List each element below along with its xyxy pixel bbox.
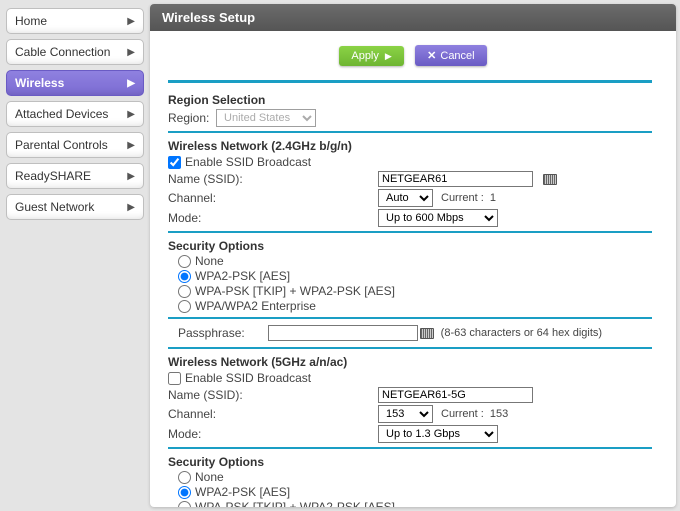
nav-label: ReadySHARE bbox=[15, 169, 91, 183]
region-label: Region: bbox=[168, 111, 209, 125]
cancel-label: Cancel bbox=[440, 50, 474, 62]
region-section-title: Region Selection bbox=[168, 93, 652, 107]
nav-guest-network[interactable]: Guest Network ▶ bbox=[6, 194, 144, 220]
mode-24-select[interactable]: Up to 600 Mbps bbox=[378, 209, 498, 227]
sidebar: Home ▶ Cable Connection ▶ Wireless ▶ Attach… bbox=[0, 0, 150, 511]
nav-label: Attached Devices bbox=[15, 107, 108, 121]
keyboard-icon[interactable] bbox=[420, 328, 434, 339]
sec5-section-title: Security Options bbox=[168, 455, 652, 469]
close-icon: ✕ bbox=[427, 49, 436, 62]
main: Wireless Setup Apply ▶ ✕ Cancel Region Sel… bbox=[150, 0, 680, 511]
net24-section-title: Wireless Network (2.4GHz b/g/n) bbox=[168, 139, 652, 153]
chevron-right-icon: ▶ bbox=[127, 140, 135, 151]
current-5-label: Current : bbox=[441, 408, 484, 420]
chevron-right-icon: ▶ bbox=[127, 16, 135, 27]
button-bar: Apply ▶ ✕ Cancel bbox=[150, 31, 676, 76]
channel-5-select[interactable]: 153 bbox=[378, 405, 433, 423]
chevron-right-icon: ▶ bbox=[127, 47, 135, 58]
nav-label: Parental Controls bbox=[15, 138, 108, 152]
sec24-none-radio[interactable] bbox=[178, 255, 191, 268]
enable-ssid-5-checkbox[interactable] bbox=[168, 372, 181, 385]
panel: Wireless Setup Apply ▶ ✕ Cancel Region Sel… bbox=[150, 4, 676, 507]
nav-cable-connection[interactable]: Cable Connection ▶ bbox=[6, 39, 144, 65]
chevron-right-icon: ▶ bbox=[127, 202, 135, 213]
nav-readyshare[interactable]: ReadySHARE ▶ bbox=[6, 163, 144, 189]
passphrase-input[interactable] bbox=[268, 325, 418, 341]
passphrase-help: (8-63 characters or 64 hex digits) bbox=[441, 327, 602, 339]
current-24-value: 1 bbox=[490, 192, 496, 204]
sec24-wpamix-label: WPA-PSK [TKIP] + WPA2-PSK [AES] bbox=[195, 284, 395, 298]
nav-wireless[interactable]: Wireless ▶ bbox=[6, 70, 144, 96]
nav-label: Home bbox=[15, 14, 47, 28]
sec5-none-radio[interactable] bbox=[178, 471, 191, 484]
cancel-button[interactable]: ✕ Cancel bbox=[415, 45, 486, 66]
mode-24-label: Mode: bbox=[168, 211, 378, 225]
sec24-wpamix-radio[interactable] bbox=[178, 285, 191, 298]
current-5-value: 153 bbox=[490, 408, 508, 420]
divider bbox=[168, 131, 652, 133]
sec24-enterprise-label: WPA/WPA2 Enterprise bbox=[195, 299, 316, 313]
chevron-right-icon: ▶ bbox=[127, 78, 135, 89]
divider bbox=[168, 347, 652, 349]
divider bbox=[168, 317, 652, 319]
content-scroll[interactable]: Region Selection Region: United States W… bbox=[150, 76, 676, 507]
enable-ssid-5-label: Enable SSID Broadcast bbox=[185, 371, 311, 385]
chevron-right-icon: ▶ bbox=[127, 171, 135, 182]
divider bbox=[168, 231, 652, 233]
enable-ssid-24-checkbox[interactable] bbox=[168, 156, 181, 169]
enable-ssid-5-row: Enable SSID Broadcast bbox=[168, 371, 652, 385]
sec5-wpamix-label: WPA-PSK [TKIP] + WPA2-PSK [AES] bbox=[195, 500, 395, 507]
channel-24-label: Channel: bbox=[168, 191, 378, 205]
sec5-none-label: None bbox=[195, 470, 224, 484]
region-row: Region: United States bbox=[168, 109, 652, 127]
ssid-5-input[interactable] bbox=[378, 387, 533, 403]
current-24-label: Current : bbox=[441, 192, 484, 204]
nav-attached-devices[interactable]: Attached Devices ▶ bbox=[6, 101, 144, 127]
mode-5-label: Mode: bbox=[168, 427, 378, 441]
divider bbox=[168, 80, 652, 83]
channel-24-select[interactable]: Auto bbox=[378, 189, 433, 207]
keyboard-icon[interactable] bbox=[543, 174, 557, 185]
sec24-wpa2psk-radio[interactable] bbox=[178, 270, 191, 283]
chevron-right-icon: ▶ bbox=[127, 109, 135, 120]
enable-ssid-24-label: Enable SSID Broadcast bbox=[185, 155, 311, 169]
sec5-wpa2psk-radio[interactable] bbox=[178, 486, 191, 499]
enable-ssid-24-row: Enable SSID Broadcast bbox=[168, 155, 652, 169]
region-select[interactable]: United States bbox=[216, 109, 316, 127]
net5-section-title: Wireless Network (5GHz a/n/ac) bbox=[168, 355, 652, 369]
ssid-5-label: Name (SSID): bbox=[168, 388, 378, 402]
nav-label: Cable Connection bbox=[15, 45, 110, 59]
sec5-wpa2psk-label: WPA2-PSK [AES] bbox=[195, 485, 290, 499]
sec5-wpamix-radio[interactable] bbox=[178, 501, 191, 508]
passphrase-label: Passphrase: bbox=[178, 326, 268, 340]
sec24-wpa2psk-label: WPA2-PSK [AES] bbox=[195, 269, 290, 283]
nav-parental-controls[interactable]: Parental Controls ▶ bbox=[6, 132, 144, 158]
mode-5-select[interactable]: Up to 1.3 Gbps bbox=[378, 425, 498, 443]
divider bbox=[168, 447, 652, 449]
channel-5-label: Channel: bbox=[168, 407, 378, 421]
ssid-24-input[interactable] bbox=[378, 171, 533, 187]
sec24-none-label: None bbox=[195, 254, 224, 268]
page-title: Wireless Setup bbox=[150, 4, 676, 31]
sec24-enterprise-radio[interactable] bbox=[178, 300, 191, 313]
play-icon: ▶ bbox=[385, 51, 392, 62]
ssid-24-label: Name (SSID): bbox=[168, 172, 378, 186]
nav-label: Guest Network bbox=[15, 200, 94, 214]
apply-label: Apply bbox=[351, 50, 379, 62]
nav-home[interactable]: Home ▶ bbox=[6, 8, 144, 34]
nav-label: Wireless bbox=[15, 76, 64, 90]
apply-button[interactable]: Apply ▶ bbox=[339, 46, 403, 66]
sec24-section-title: Security Options bbox=[168, 239, 652, 253]
